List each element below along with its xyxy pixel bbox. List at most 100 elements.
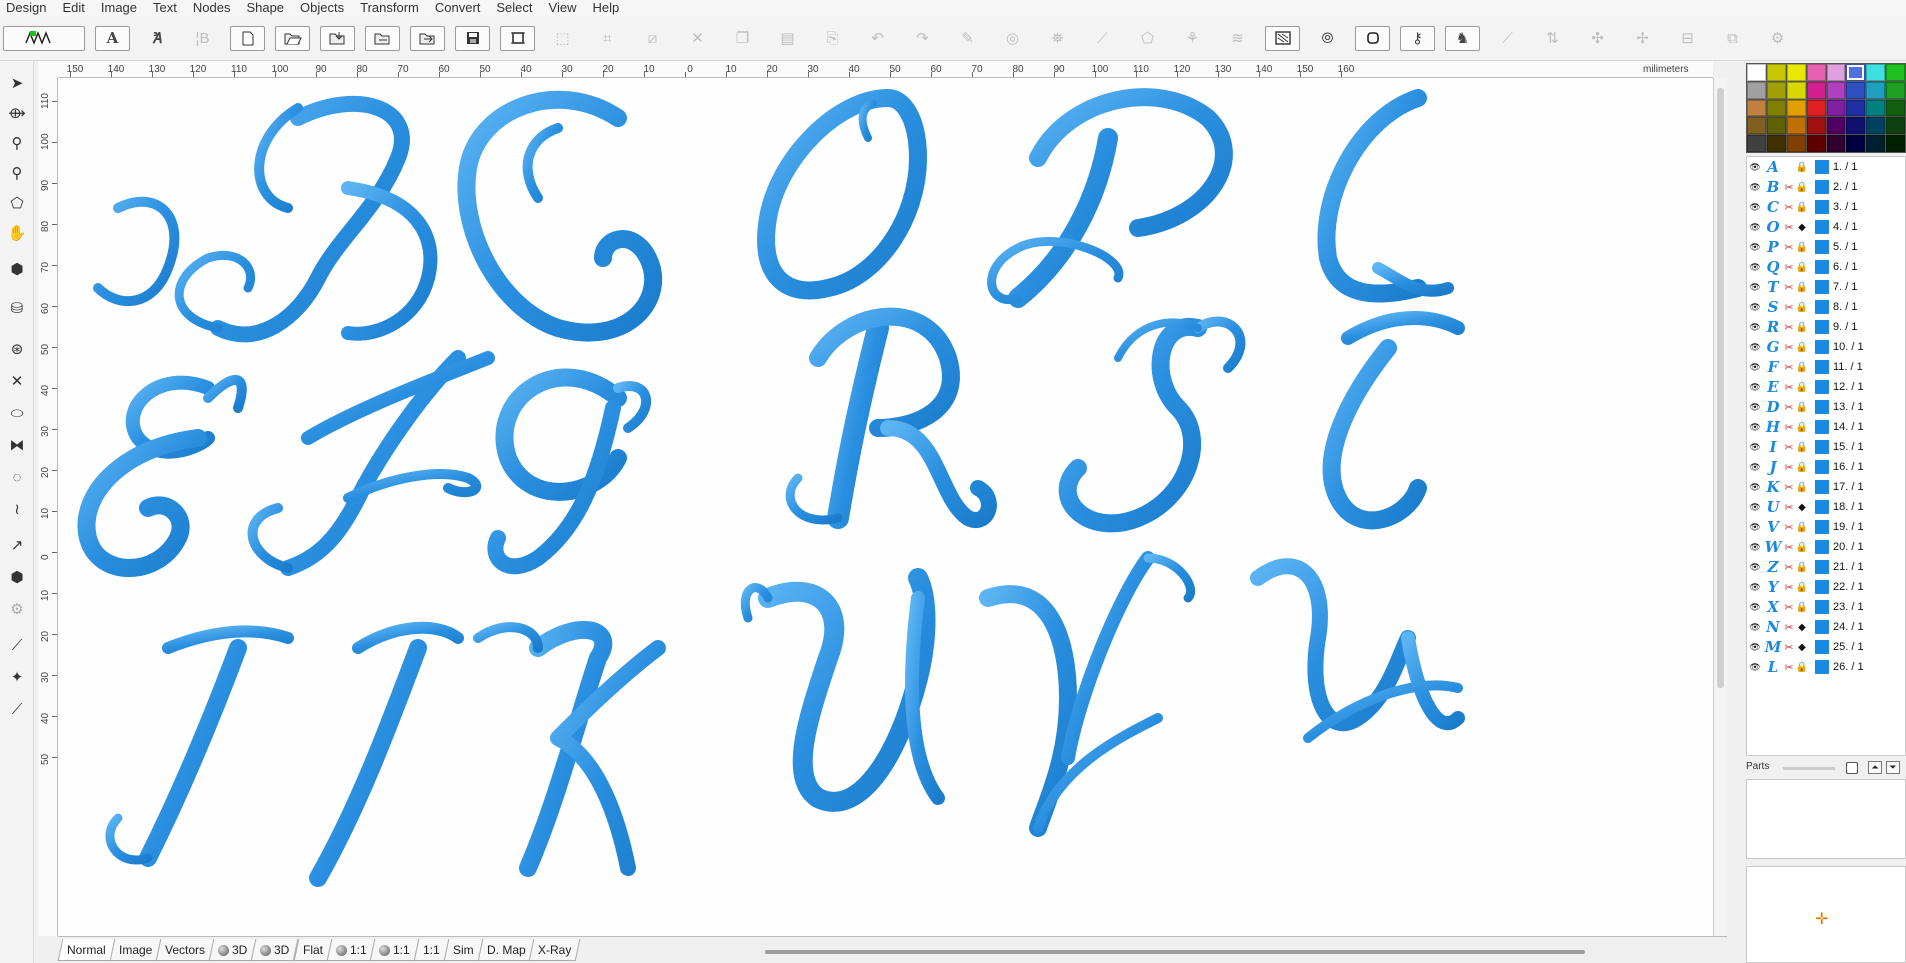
layer-row[interactable]: 👁 Z ✂ 🔒 21. / 1 (1747, 557, 1905, 577)
select-tool[interactable]: ➤ (5, 71, 29, 95)
needle-tool-button[interactable]: ⚷ (1400, 25, 1435, 51)
distort-button[interactable]: ⧄ (635, 26, 670, 51)
color-swatch[interactable] (1766, 64, 1786, 81)
needle-icon[interactable]: ✂ (1783, 241, 1795, 254)
needle-icon[interactable]: ✂ (1783, 281, 1795, 294)
lock-icon[interactable]: 🔒 (1795, 182, 1809, 193)
needle-icon[interactable]: ✂ (1783, 621, 1795, 634)
thread-color-swatch[interactable] (1815, 200, 1829, 214)
lock-icon[interactable]: 🔒 (1795, 482, 1809, 493)
thread-color-swatch[interactable] (1815, 400, 1829, 414)
menu-nodes[interactable]: Nodes (187, 0, 241, 16)
eye-icon[interactable]: 👁 (1747, 502, 1763, 513)
menu-view[interactable]: View (543, 0, 587, 16)
magic-wand-tool[interactable]: ✦ (5, 665, 29, 689)
layer-row[interactable]: 👁 B ✂ 🔒 2. / 1 (1747, 177, 1905, 197)
tag-icon[interactable]: ◆ (1795, 642, 1809, 653)
thread-color-swatch[interactable] (1815, 280, 1829, 294)
needle-icon[interactable]: ✂ (1783, 421, 1795, 434)
import-button[interactable] (320, 25, 355, 51)
eye-icon[interactable]: 👁 (1747, 482, 1763, 493)
merge-button[interactable] (365, 25, 400, 51)
needle-icon[interactable]: ✂ (1783, 321, 1795, 334)
gear-tool[interactable]: ⚙ (5, 597, 29, 621)
zoom-button[interactable]: ⦾ (1310, 26, 1345, 51)
node-edit-tool[interactable]: ⟴ (5, 101, 29, 125)
stitch-preview-button[interactable] (3, 25, 85, 51)
menu-select[interactable]: Select (490, 0, 542, 16)
lock-icon[interactable]: 🔒 (1795, 342, 1809, 353)
text-tool-button[interactable]: A (95, 25, 130, 51)
letter-f[interactable] (247, 350, 495, 576)
new-file-button[interactable] (230, 25, 265, 51)
parts-slider[interactable] (1783, 767, 1835, 770)
needle-icon[interactable]: ✂ (1783, 181, 1795, 194)
ribbon-tool[interactable]: ⧓ (5, 433, 29, 457)
lock-icon[interactable]: 🔒 (1795, 602, 1809, 613)
tab-x-ray-11[interactable]: X-Ray (528, 939, 581, 961)
open-file-button[interactable] (275, 25, 310, 51)
needle-icon[interactable]: ✂ (1783, 521, 1795, 534)
color-swatch[interactable] (1846, 99, 1866, 117)
eyedropper-button[interactable]: ⟋ (1085, 26, 1120, 51)
color-swatch[interactable] (1806, 64, 1826, 81)
lock-icon[interactable]: 🔒 (1795, 462, 1809, 473)
thread-color-swatch[interactable] (1815, 660, 1829, 674)
letter-q[interactable] (1317, 89, 1454, 303)
menu-transform[interactable]: Transform (354, 0, 429, 16)
color-swatch[interactable] (1747, 99, 1766, 117)
color-swatch[interactable] (1806, 117, 1826, 135)
needle-icon[interactable]: ✂ (1783, 641, 1795, 654)
rounded-rect-button[interactable] (1355, 25, 1390, 51)
color-swatch[interactable] (1786, 99, 1806, 117)
eye-icon[interactable]: 👁 (1747, 582, 1763, 593)
needle-icon[interactable]: ✂ (1783, 381, 1795, 394)
color-swatch[interactable] (1747, 64, 1766, 81)
layer-row[interactable]: 👁 E ✂ 🔒 12. / 1 (1747, 377, 1905, 397)
layer-row[interactable]: 👁 J ✂ 🔒 16. / 1 (1747, 457, 1905, 477)
needle-icon[interactable]: ✂ (1783, 561, 1795, 574)
lock-icon[interactable]: 🔒 (1795, 662, 1809, 673)
eye-icon[interactable]: 👁 (1747, 622, 1763, 633)
tag-icon[interactable]: ◆ (1795, 502, 1809, 513)
color-swatch[interactable] (1826, 135, 1846, 152)
menu-design[interactable]: Design (0, 0, 56, 16)
select-frame-button[interactable]: ⬚ (545, 26, 580, 51)
polygon-tool[interactable]: ⬠ (5, 191, 29, 215)
thread-color-swatch[interactable] (1815, 560, 1829, 574)
horizontal-scrollbar[interactable] (765, 950, 1585, 954)
needle-icon[interactable]: ✂ (1783, 361, 1795, 374)
color-swatch[interactable] (1846, 117, 1866, 135)
layer-row[interactable]: 👁 P ✂ 🔒 5. / 1 (1747, 237, 1905, 257)
thread-color-swatch[interactable] (1815, 620, 1829, 634)
menu-edit[interactable]: Edit (56, 0, 94, 16)
text-layout-button[interactable]: ¦B (185, 26, 220, 51)
layer-row[interactable]: 👁 Y ✂ 🔒 22. / 1 (1747, 577, 1905, 597)
needle-icon[interactable]: ✂ (1783, 481, 1795, 494)
letter-g[interactable] (487, 368, 652, 575)
letter-o[interactable] (757, 89, 927, 300)
thread-color-swatch[interactable] (1815, 440, 1829, 454)
eye-icon[interactable]: 👁 (1747, 162, 1763, 173)
color-swatch[interactable] (1786, 117, 1806, 135)
thread-color-swatch[interactable] (1815, 340, 1829, 354)
thread-color-swatch[interactable] (1815, 160, 1829, 174)
center-button[interactable]: ✢ (1625, 26, 1660, 51)
menu-text[interactable]: Text (147, 0, 187, 16)
parts-checkbox[interactable] (1846, 762, 1858, 774)
color-swatch[interactable] (1866, 64, 1886, 81)
letter-i[interactable] (105, 625, 294, 867)
lock-icon[interactable]: 🔒 (1795, 382, 1809, 393)
eye-icon[interactable]: 👁 (1747, 382, 1763, 393)
letter-v[interactable] (979, 551, 1195, 837)
lock-icon[interactable]: 🔒 (1795, 402, 1809, 413)
knife-tool[interactable]: ⟋ (5, 633, 29, 657)
color-swatch[interactable] (1806, 135, 1826, 152)
eye-icon[interactable]: 👁 (1747, 422, 1763, 433)
eye-icon[interactable]: 👁 (1747, 362, 1763, 373)
applique-tool[interactable]: ⬢ (5, 565, 29, 589)
fit-to-hoop-button[interactable] (500, 25, 535, 51)
delete-button[interactable]: ✕ (680, 26, 715, 51)
tab-normal-0[interactable]: Normal (57, 939, 116, 961)
letter-c[interactable] (457, 90, 662, 342)
